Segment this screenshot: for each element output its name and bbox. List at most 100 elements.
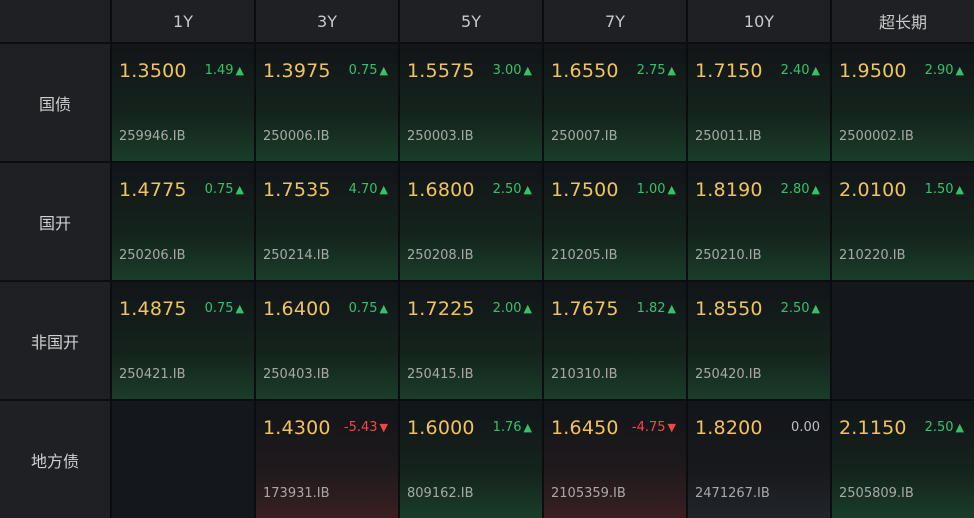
change-text: -4.75	[631, 420, 666, 435]
change-value: 4.70 ▲	[349, 182, 388, 197]
bond-code: 250007.IB	[551, 129, 618, 144]
yield-value: 1.7225	[407, 298, 475, 320]
change-text: 0.75	[204, 301, 234, 316]
quote-cell[interactable]: 1.3500 1.49 ▲ 259946.IB	[112, 44, 254, 161]
change-value: 1.50 ▲	[925, 182, 964, 197]
change-text: 2.50	[492, 182, 522, 197]
quote-cell[interactable]: 1.7535 4.70 ▲ 250214.IB	[256, 163, 398, 280]
change-text: 1.82	[636, 301, 666, 316]
bond-code: 250421.IB	[119, 367, 186, 382]
change-value: 0.00	[791, 420, 820, 435]
quote-cell[interactable]: 1.6550 2.75 ▲ 250007.IB	[544, 44, 686, 161]
quote-cell[interactable]: 1.7500 1.00 ▲ 210205.IB	[544, 163, 686, 280]
change-text: 2.50	[924, 420, 954, 435]
triangle-up-icon: ▲	[523, 64, 532, 77]
empty-cell	[832, 282, 974, 399]
quote-cell[interactable]: 1.7225 2.00 ▲ 250415.IB	[400, 282, 542, 399]
quote-cell[interactable]: 1.8190 2.80 ▲ 250210.IB	[688, 163, 830, 280]
triangle-up-icon: ▲	[379, 183, 388, 196]
column-header[interactable]: 10Y	[688, 0, 830, 42]
change-text: 2.90	[924, 63, 954, 78]
yield-value: 1.8550	[695, 298, 763, 320]
quote-cell[interactable]: 1.4300 -5.43 ▼ 173931.IB	[256, 401, 398, 518]
bond-code: 250006.IB	[263, 129, 330, 144]
change-value: 1.00 ▲	[637, 182, 676, 197]
change-value: 1.49 ▲	[205, 63, 244, 78]
column-header[interactable]: 5Y	[400, 0, 542, 42]
column-header[interactable]: 超长期	[832, 0, 974, 42]
triangle-up-icon: ▲	[667, 183, 676, 196]
change-value: 2.90 ▲	[925, 63, 964, 78]
quote-cell[interactable]: 2.1150 2.50 ▲ 2505809.IB	[832, 401, 974, 518]
change-value: 1.76 ▲	[493, 420, 532, 435]
yield-value: 2.1150	[839, 417, 907, 439]
row-header[interactable]: 国债	[0, 44, 110, 161]
column-header[interactable]: 7Y	[544, 0, 686, 42]
yield-value: 1.6800	[407, 179, 475, 201]
quote-cell[interactable]: 1.5575 3.00 ▲ 250003.IB	[400, 44, 542, 161]
quote-cell[interactable]: 1.4775 0.75 ▲ 250206.IB	[112, 163, 254, 280]
change-text: 4.70	[348, 182, 378, 197]
bond-code: 250206.IB	[119, 248, 186, 263]
yield-value: 1.3500	[119, 60, 187, 82]
change-value: 0.75 ▲	[205, 301, 244, 316]
triangle-up-icon: ▲	[523, 183, 532, 196]
change-text: 0.75	[348, 63, 378, 78]
bond-code: 259946.IB	[119, 129, 186, 144]
yield-value: 1.7675	[551, 298, 619, 320]
change-text: 0.00	[791, 420, 820, 435]
triangle-up-icon: ▲	[955, 64, 964, 77]
row-header[interactable]: 地方债	[0, 401, 110, 518]
bond-code: 250214.IB	[263, 248, 330, 263]
column-header[interactable]: 3Y	[256, 0, 398, 42]
quote-cell[interactable]: 1.4875 0.75 ▲ 250421.IB	[112, 282, 254, 399]
quote-cell[interactable]: 1.6800 2.50 ▲ 250208.IB	[400, 163, 542, 280]
quote-cell[interactable]: 1.8550 2.50 ▲ 250420.IB	[688, 282, 830, 399]
yield-value: 1.9500	[839, 60, 907, 82]
yield-value: 1.7150	[695, 60, 763, 82]
yield-value: 1.3975	[263, 60, 331, 82]
change-value: 1.82 ▲	[637, 301, 676, 316]
change-text: 2.50	[780, 301, 810, 316]
bond-code: 210220.IB	[839, 248, 906, 263]
quote-cell[interactable]: 1.8200 0.00 2471267.IB	[688, 401, 830, 518]
triangle-up-icon: ▲	[811, 64, 820, 77]
triangle-up-icon: ▲	[811, 302, 820, 315]
bond-code: 250208.IB	[407, 248, 474, 263]
quote-cell[interactable]: 1.7675 1.82 ▲ 210310.IB	[544, 282, 686, 399]
quote-cell[interactable]: 1.6000 1.76 ▲ 809162.IB	[400, 401, 542, 518]
quote-cell[interactable]: 1.9500 2.90 ▲ 2500002.IB	[832, 44, 974, 161]
yield-value: 1.6550	[551, 60, 619, 82]
quote-cell[interactable]: 1.6400 0.75 ▲ 250403.IB	[256, 282, 398, 399]
quote-cell[interactable]: 2.0100 1.50 ▲ 210220.IB	[832, 163, 974, 280]
triangle-up-icon: ▲	[379, 302, 388, 315]
quote-cell[interactable]: 1.3975 0.75 ▲ 250006.IB	[256, 44, 398, 161]
triangle-up-icon: ▲	[235, 183, 244, 196]
change-value: 2.50 ▲	[925, 420, 964, 435]
change-value: -5.43 ▼	[344, 420, 388, 435]
quote-cell[interactable]: 1.7150 2.40 ▲ 250011.IB	[688, 44, 830, 161]
bond-code: 250415.IB	[407, 367, 474, 382]
yield-value: 1.5575	[407, 60, 475, 82]
change-text: 0.75	[204, 182, 234, 197]
triangle-up-icon: ▲	[523, 421, 532, 434]
change-text: 1.00	[636, 182, 666, 197]
change-text: 2.40	[780, 63, 810, 78]
change-text: 0.75	[348, 301, 378, 316]
bond-code: 210205.IB	[551, 248, 618, 263]
triangle-down-icon: ▼	[379, 421, 388, 434]
column-header[interactable]: 1Y	[112, 0, 254, 42]
yield-value: 1.8190	[695, 179, 763, 201]
row-header[interactable]: 非国开	[0, 282, 110, 399]
row-header[interactable]: 国开	[0, 163, 110, 280]
yield-value: 1.6400	[263, 298, 331, 320]
change-value: 0.75 ▲	[205, 182, 244, 197]
bond-code: 250210.IB	[695, 248, 762, 263]
change-text: 2.80	[780, 182, 810, 197]
change-value: -4.75 ▼	[632, 420, 676, 435]
triangle-up-icon: ▲	[811, 183, 820, 196]
triangle-up-icon: ▲	[235, 302, 244, 315]
quote-cell[interactable]: 1.6450 -4.75 ▼ 2105359.IB	[544, 401, 686, 518]
triangle-up-icon: ▲	[235, 64, 244, 77]
change-text: 2.00	[492, 301, 522, 316]
